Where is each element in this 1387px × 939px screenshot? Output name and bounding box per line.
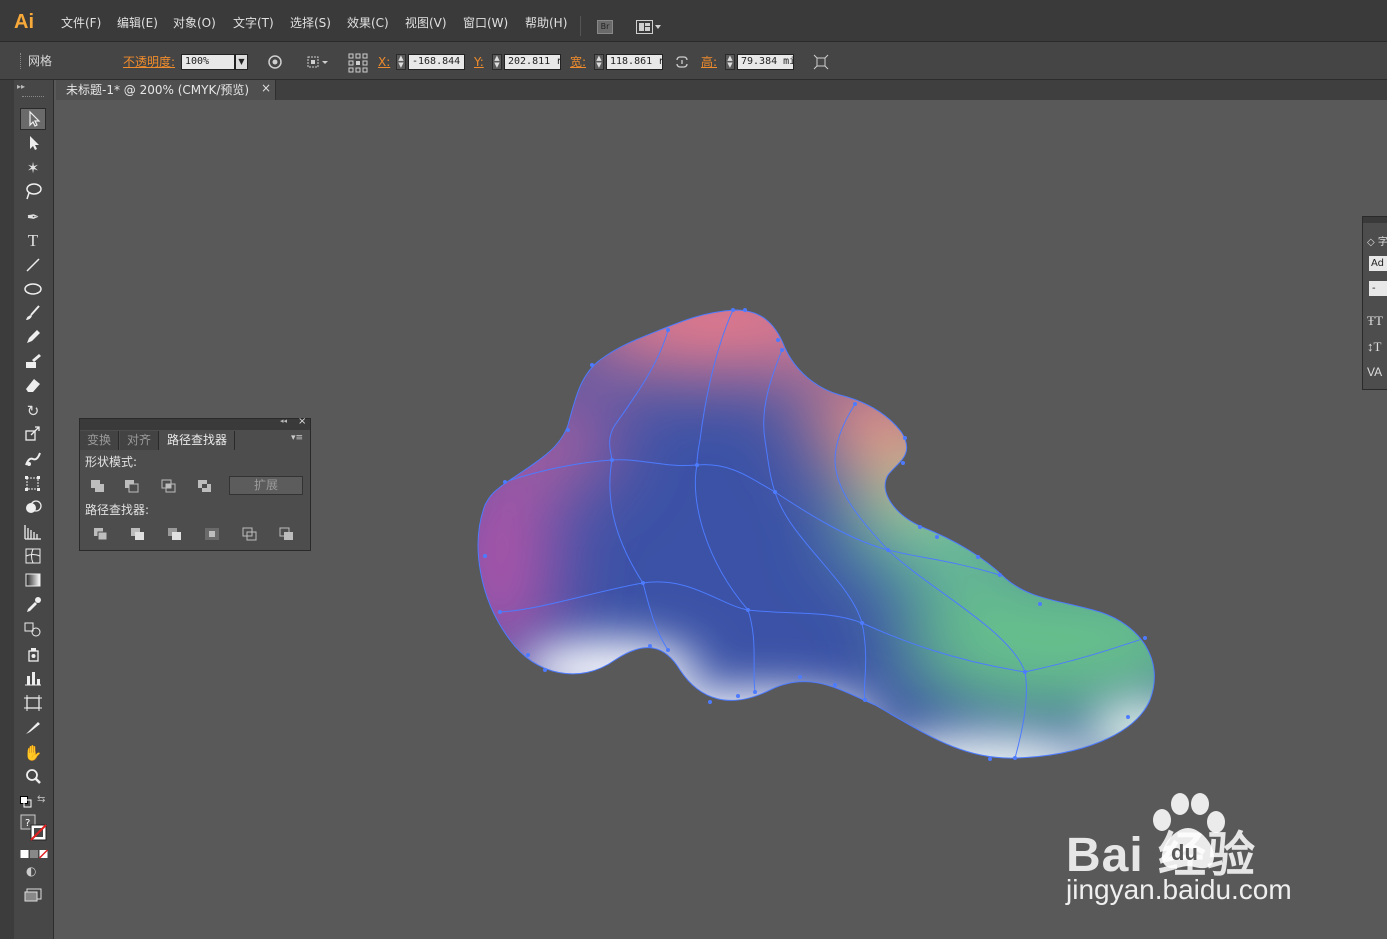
merge-button-icon[interactable]	[167, 527, 183, 541]
font-style-field[interactable]: -	[1369, 281, 1387, 296]
character-panel-tab[interactable]: ◇ 字	[1367, 233, 1387, 248]
tab-transform[interactable]: 变换	[80, 431, 120, 450]
tab-align[interactable]: 对齐	[120, 431, 160, 450]
intersect-button-icon[interactable]	[161, 479, 177, 493]
minus-front-button-icon[interactable]	[124, 479, 140, 493]
crop-button-icon[interactable]	[204, 527, 220, 541]
leading-icon: ↕T	[1367, 339, 1382, 354]
baidu-watermark-url: jingyan.baidu.com	[1066, 874, 1292, 905]
baidu-paw-icon: du	[1153, 793, 1225, 869]
panel-collapse-icon[interactable]: ◂◂	[280, 417, 287, 425]
panel-close-icon[interactable]: ×	[298, 416, 306, 427]
pathfinder-panel: ◂◂ × 变换 对齐 路径查找器 ▾≡ 形状模式: 扩展 路径查找器:	[79, 416, 311, 551]
outline-button-icon[interactable]	[242, 527, 258, 541]
pathfinder-panel-titlebar[interactable]: ◂◂ ×	[80, 416, 310, 430]
exclude-button-icon[interactable]	[197, 479, 213, 493]
expand-button[interactable]: 扩展	[229, 476, 303, 495]
kerning-icon: VA	[1367, 365, 1383, 379]
shape-modes-heading: 形状模式:	[85, 455, 138, 469]
minus-back-button-icon[interactable]	[279, 527, 295, 541]
font-family-field[interactable]: Ad	[1369, 256, 1387, 271]
character-panel: ◇ 字 Ad - ŦT ↕T VA	[1362, 216, 1387, 390]
tab-pathfinder[interactable]: 路径查找器	[160, 431, 236, 450]
divide-button-icon[interactable]	[93, 527, 109, 541]
panel-menu-icon[interactable]: ▾≡	[291, 433, 303, 443]
trim-button-icon[interactable]	[130, 527, 146, 541]
pathfinders-heading: 路径查找器:	[85, 503, 150, 517]
svg-text:du: du	[1171, 840, 1198, 865]
unite-button-icon[interactable]	[90, 479, 106, 493]
font-size-icon: ŦT	[1367, 313, 1383, 328]
character-panel-titlebar[interactable]	[1363, 217, 1387, 223]
